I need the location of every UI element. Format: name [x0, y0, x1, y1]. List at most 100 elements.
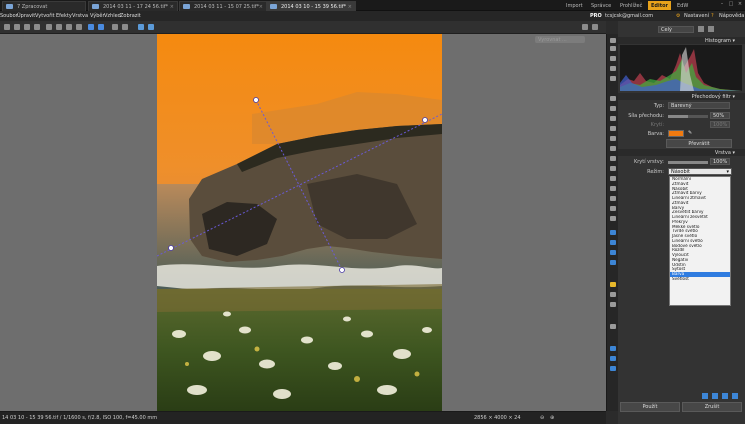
crop-tool-icon[interactable]: [610, 156, 616, 161]
mode-edw[interactable]: EdW: [674, 1, 691, 10]
opacity-value[interactable]: 100%: [710, 121, 730, 128]
mode-manager[interactable]: Správce: [588, 1, 614, 10]
shape-icon[interactable]: [610, 146, 616, 151]
straighten-pill[interactable]: Vyrovnat ...: [535, 36, 585, 43]
tab-2[interactable]: 2014 03 11 - 15 07 25.tif* ×: [179, 1, 267, 11]
text-icon[interactable]: [610, 136, 616, 141]
close-icon[interactable]: ×: [259, 4, 263, 10]
burn-icon[interactable]: [610, 216, 616, 221]
help-link[interactable]: Nápověda: [719, 13, 744, 19]
menu-file[interactable]: Soubor: [0, 13, 18, 19]
histogram-header[interactable]: Histogram ▾: [618, 37, 745, 44]
undo-icon[interactable]: [88, 24, 94, 30]
tab-3[interactable]: 2014 03 10 - 15 39 56.tif* ×: [266, 1, 356, 11]
select-icon[interactable]: [610, 66, 616, 71]
copy-icon[interactable]: [46, 24, 52, 30]
forward-icon[interactable]: [14, 24, 20, 30]
info-icon[interactable]: [592, 24, 598, 30]
smudge-icon[interactable]: [610, 292, 616, 297]
eyedropper-icon[interactable]: [610, 56, 616, 61]
close-window-icon[interactable]: ×: [736, 1, 744, 9]
open-icon[interactable]: [34, 24, 40, 30]
strength-slider[interactable]: [668, 115, 708, 118]
tab-0[interactable]: 7 Zpracovat: [2, 1, 86, 11]
clone-icon[interactable]: [610, 106, 616, 111]
mode-viewer[interactable]: Prohlížeč: [617, 1, 645, 10]
lasso-icon[interactable]: [610, 76, 616, 81]
crop-icon[interactable]: [66, 24, 72, 30]
invert-button[interactable]: Převrátit: [666, 139, 732, 148]
settings-link[interactable]: Nastavení: [684, 13, 709, 19]
undo-panel-icon[interactable]: [732, 393, 738, 399]
resize-icon[interactable]: [76, 24, 82, 30]
eraser-icon[interactable]: [610, 126, 616, 131]
minimize-icon[interactable]: –: [718, 1, 726, 9]
hand-icon[interactable]: [610, 38, 616, 43]
blend-mode-option[interactable]: Světlost: [670, 277, 730, 282]
color-swatch[interactable]: [668, 130, 684, 137]
dodge-icon[interactable]: [610, 206, 616, 211]
print-icon[interactable]: [610, 366, 616, 371]
layer-opacity-value[interactable]: 100%: [710, 158, 730, 165]
heal-icon[interactable]: [610, 116, 616, 121]
menu-layer[interactable]: Vrstva: [72, 13, 88, 19]
zoom-100-icon[interactable]: [708, 26, 714, 32]
blend-mode-select[interactable]: Násobit ▾: [668, 168, 732, 175]
tab-1[interactable]: 2014 03 11 - 17 24 56.tif* ×: [88, 1, 178, 11]
paste-icon[interactable]: [56, 24, 62, 30]
zoom-icon[interactable]: [610, 46, 616, 51]
zoom-in-icon[interactable]: ⊕: [550, 415, 554, 421]
brush-icon[interactable]: [610, 96, 616, 101]
menu-selection[interactable]: Výběr: [90, 13, 105, 19]
blend-mode-dropdown[interactable]: Normální Ztmavit Násobit Ztmavit barvy Lineá…: [669, 176, 731, 306]
fullscreen-icon[interactable]: [582, 24, 588, 30]
adjust-icon[interactable]: [610, 250, 616, 255]
photo-preview[interactable]: [157, 34, 442, 411]
menu-view[interactable]: Vzhled: [104, 13, 121, 19]
export-icon[interactable]: [610, 346, 616, 351]
view-single-icon[interactable]: [138, 24, 144, 30]
zoom-fit-icon[interactable]: [698, 26, 704, 32]
layers-icon[interactable]: [610, 230, 616, 235]
help-icon[interactable]: ?: [711, 13, 714, 19]
share-icon[interactable]: [610, 356, 616, 361]
maximize-icon[interactable]: □: [727, 1, 735, 9]
zoom-select[interactable]: Celý: [658, 26, 694, 33]
filter-icon[interactable]: [610, 260, 616, 265]
menu-edit[interactable]: Úpravit: [17, 13, 35, 19]
back-icon[interactable]: [4, 24, 10, 30]
rotate-right-icon[interactable]: [122, 24, 128, 30]
mode-import[interactable]: Import: [563, 1, 586, 10]
save-icon[interactable]: [24, 24, 30, 30]
sharpen-icon[interactable]: [610, 302, 616, 307]
gradient-tool-icon[interactable]: [610, 196, 616, 201]
image-canvas[interactable]: Vyrovnat ...: [0, 34, 606, 411]
reset-icon[interactable]: [722, 393, 728, 399]
eyedropper-small-icon[interactable]: ✎: [688, 130, 692, 136]
fill-icon[interactable]: [610, 186, 616, 191]
gear-icon[interactable]: ⚙: [676, 13, 680, 19]
account-email[interactable]: tcsjcsk@gmail.com: [605, 13, 653, 19]
rotate-left-icon[interactable]: [112, 24, 118, 30]
cancel-button[interactable]: Zrušit: [682, 402, 742, 412]
layer-opacity-slider[interactable]: [668, 161, 708, 164]
redo-icon[interactable]: [98, 24, 104, 30]
mask-icon[interactable]: [610, 240, 616, 245]
mode-editor[interactable]: Editor: [648, 1, 671, 10]
close-icon[interactable]: ×: [170, 4, 174, 10]
type-select[interactable]: Barevný: [668, 102, 730, 109]
load-preset-icon[interactable]: [712, 393, 718, 399]
layer-header[interactable]: Vrstva ▾: [618, 149, 745, 156]
save-preset-icon[interactable]: [702, 393, 708, 399]
view-compare-icon[interactable]: [148, 24, 154, 30]
close-icon[interactable]: ×: [348, 4, 352, 10]
highlight-tool-icon[interactable]: [610, 282, 616, 287]
straighten-icon[interactable]: [610, 166, 616, 171]
plugin-icon[interactable]: [610, 324, 616, 329]
menu-create[interactable]: Vytvořit: [35, 13, 55, 19]
strength-value[interactable]: 50%: [710, 112, 730, 119]
zoom-out-icon[interactable]: ⊖: [540, 415, 544, 421]
gradient-filter-header[interactable]: Přechodový filtr ▾: [618, 93, 745, 100]
menu-display[interactable]: Zobrazit: [120, 13, 141, 19]
redeye-icon[interactable]: [610, 176, 616, 181]
